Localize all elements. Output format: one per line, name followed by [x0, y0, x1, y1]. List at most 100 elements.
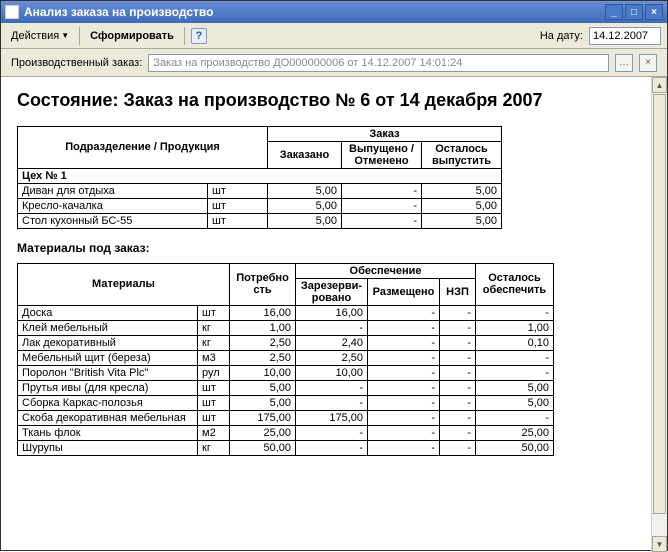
table-row: Скоба декоративная мебельнаяшт175,00175,…: [18, 410, 554, 425]
cell-unit: шт: [198, 410, 230, 425]
cell-remain: -: [476, 410, 554, 425]
cell-name: Ткань флок: [18, 425, 198, 440]
cell-reserved: -: [296, 380, 368, 395]
cell-nzp: -: [440, 410, 476, 425]
materials-section-label: Материалы под заказ:: [17, 241, 651, 255]
cell-name: Лак декоративный: [18, 335, 198, 350]
document-icon: [5, 5, 19, 19]
cell-placed: -: [368, 380, 440, 395]
cell-reserved: 10,00: [296, 365, 368, 380]
order-select-value: Заказ на производство ДО000000006 от 14.…: [153, 57, 462, 69]
cell-remain: -: [476, 350, 554, 365]
cell-need: 50,00: [230, 440, 296, 455]
filter-label: Производственный заказ:: [11, 57, 142, 69]
cell-nzp: -: [440, 380, 476, 395]
actions-label: Действия: [11, 30, 59, 42]
table-row: Прутья ивы (для кресла)шт5,00---5,00: [18, 380, 554, 395]
minimize-button[interactable]: _: [605, 4, 623, 20]
cell-need: 10,00: [230, 365, 296, 380]
cell-unit: шт: [208, 183, 268, 198]
cell-released: -: [342, 198, 422, 213]
cell-name: Скоба декоративная мебельная: [18, 410, 198, 425]
table-group-row: Цех № 1: [18, 168, 502, 183]
cell-need: 175,00: [230, 410, 296, 425]
cell-unit: рул: [198, 365, 230, 380]
col-ordered: Заказано: [268, 141, 342, 168]
cell-remain: 1,00: [476, 320, 554, 335]
date-input[interactable]: 14.12.2007: [589, 27, 661, 45]
cell-remain: 25,00: [476, 425, 554, 440]
form-button[interactable]: Сформировать: [86, 28, 178, 44]
col-materials: Материалы: [18, 263, 230, 305]
scroll-up-button[interactable]: ▲: [652, 77, 667, 93]
cell-need: 1,00: [230, 320, 296, 335]
cell-unit: кг: [198, 440, 230, 455]
cell-nzp: -: [440, 440, 476, 455]
cell-name: Диван для отдыха: [18, 183, 208, 198]
cell-placed: -: [368, 425, 440, 440]
date-value: 14.12.2007: [593, 30, 648, 42]
table-row: Стол кухонный БС-55шт5,00-5,00: [18, 213, 502, 228]
cell-unit: шт: [208, 198, 268, 213]
window-controls: _ □ ×: [605, 4, 663, 20]
actions-menu[interactable]: Действия ▼: [7, 28, 73, 44]
materials-table: Материалы Потребно сть Обеспечение Остал…: [17, 263, 554, 456]
cell-name: Клей мебельный: [18, 320, 198, 335]
cell-remaining: 5,00: [422, 198, 502, 213]
cell-unit: кг: [198, 335, 230, 350]
cell-remain: 0,10: [476, 335, 554, 350]
filter-bar: Производственный заказ: Заказ на произво…: [1, 49, 667, 77]
cell-remaining: 5,00: [422, 183, 502, 198]
cell-name: Мебельный щит (береза): [18, 350, 198, 365]
col-nzp: НЗП: [440, 278, 476, 305]
cell-remaining: 5,00: [422, 213, 502, 228]
report-heading: Состояние: Заказ на производство № 6 от …: [17, 89, 651, 112]
cell-unit: шт: [198, 305, 230, 320]
products-table: Подразделение / Продукция Заказ Заказано…: [17, 126, 502, 229]
scroll-down-button[interactable]: ▼: [652, 536, 667, 552]
table-row: Клей мебельныйкг1,00---1,00: [18, 320, 554, 335]
vertical-scrollbar[interactable]: ▲ ▼: [651, 77, 667, 552]
cell-nzp: -: [440, 365, 476, 380]
cell-released: -: [342, 213, 422, 228]
close-button[interactable]: ×: [645, 4, 663, 20]
report-content: Состояние: Заказ на производство № 6 от …: [1, 77, 667, 552]
window-title: Анализ заказа на производство: [24, 5, 605, 19]
table-row: Мебельный щит (береза)м32,502,50---: [18, 350, 554, 365]
cell-nzp: -: [440, 335, 476, 350]
col-need: Потребно сть: [230, 263, 296, 305]
order-select-input[interactable]: Заказ на производство ДО000000006 от 14.…: [148, 54, 609, 72]
cell-name: Сборка Каркас-полозья: [18, 395, 198, 410]
cell-placed: -: [368, 365, 440, 380]
cell-name: Стол кухонный БС-55: [18, 213, 208, 228]
table-row: Лак декоративныйкг2,502,40--0,10: [18, 335, 554, 350]
cell-reserved: 175,00: [296, 410, 368, 425]
cell-name: Кресло-качалка: [18, 198, 208, 213]
maximize-button[interactable]: □: [625, 4, 643, 20]
col-remain-provide: Осталось обеспечить: [476, 263, 554, 305]
cell-unit: м3: [198, 350, 230, 365]
cell-remain: 5,00: [476, 380, 554, 395]
scroll-thumb[interactable]: [653, 94, 666, 514]
select-button[interactable]: …: [615, 54, 633, 72]
cell-reserved: -: [296, 425, 368, 440]
table-row: Доскашт16,0016,00---: [18, 305, 554, 320]
col-remaining: Осталось выпустить: [422, 141, 502, 168]
cell-placed: -: [368, 440, 440, 455]
cell-placed: -: [368, 410, 440, 425]
table-row: Поролон "British Vita Plc"рул10,0010,00-…: [18, 365, 554, 380]
help-button[interactable]: ?: [191, 28, 207, 44]
cell-reserved: -: [296, 320, 368, 335]
table-row: Ткань флокм225,00---25,00: [18, 425, 554, 440]
table-row: Шурупыкг50,00---50,00: [18, 440, 554, 455]
table-row: Кресло-качалкашт5,00-5,00: [18, 198, 502, 213]
clear-button[interactable]: ×: [639, 54, 657, 72]
cell-reserved: 2,50: [296, 350, 368, 365]
cell-placed: -: [368, 335, 440, 350]
cell-need: 2,50: [230, 335, 296, 350]
cell-reserved: 16,00: [296, 305, 368, 320]
cell-placed: -: [368, 305, 440, 320]
form-label: Сформировать: [90, 30, 174, 42]
col-placed: Размещено: [368, 278, 440, 305]
cell-remain: 50,00: [476, 440, 554, 455]
